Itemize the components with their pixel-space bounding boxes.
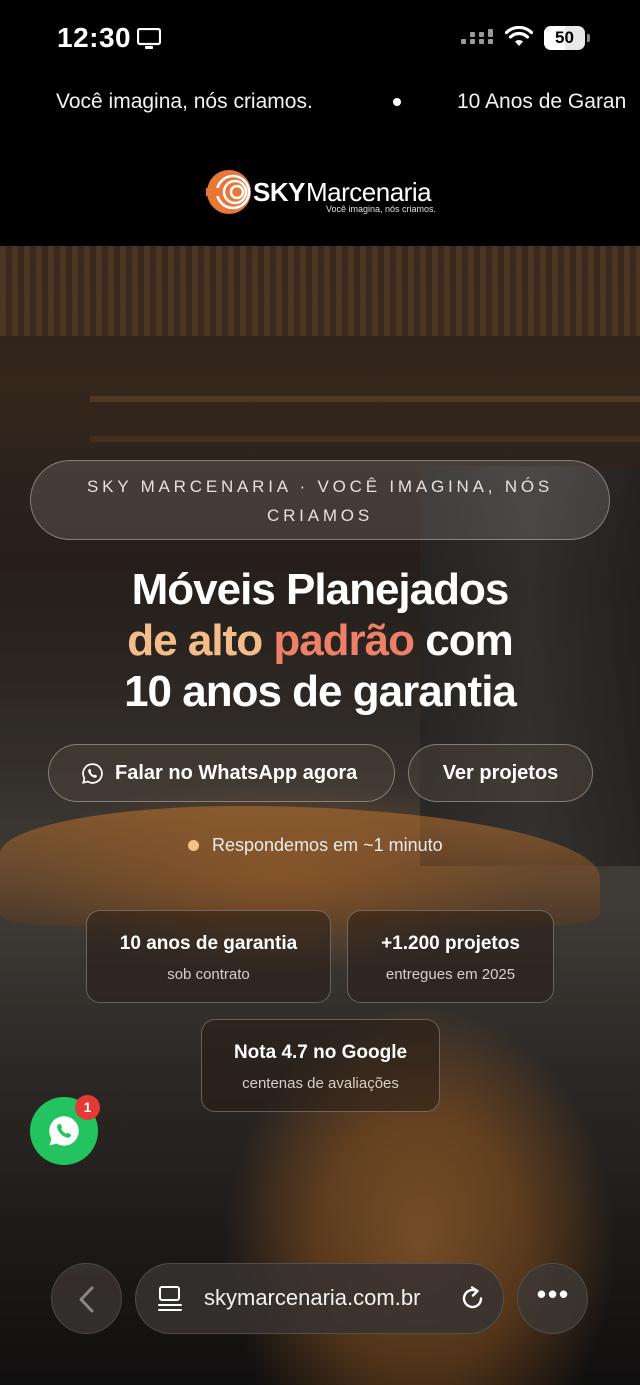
- url-text[interactable]: skymarcenaria.com.br: [204, 1285, 420, 1311]
- status-time: 12:30: [57, 22, 132, 53]
- response-time-note: Respondemos em ~1 minuto: [212, 835, 443, 855]
- reload-icon[interactable]: [459, 1285, 486, 1312]
- battery-indicator: 50: [544, 26, 590, 50]
- highlight-title: Nota 4.7 no Google: [233, 1042, 408, 1063]
- highlight-subtitle: entregues em 2025: [385, 966, 516, 983]
- whatsapp-icon: [49, 1116, 79, 1146]
- highlight-title: +1.200 projetos: [381, 933, 520, 954]
- ticker-item: 10 Anos de Garan: [457, 90, 627, 113]
- hero-eyebrow-line: CRIAMOS: [267, 506, 373, 525]
- whatsapp-cta-label[interactable]: Falar no WhatsApp agora: [115, 762, 357, 785]
- hero-background: [0, 246, 640, 1385]
- notification-badge: 1: [75, 1095, 100, 1120]
- back-button[interactable]: [51, 1263, 122, 1334]
- headline-line-1: Móveis Planejados: [131, 565, 510, 614]
- hero-eyebrow-text: SKY MARCENARIA · VOCÊ IMAGINA, NÓS CRIAM…: [70, 472, 570, 530]
- highlight-card: 10 anos de garantia sob contrato: [86, 910, 331, 1003]
- announcement-ticker: Você imagina, nós criamos. 10 Anos de Ga…: [0, 72, 640, 134]
- view-projects-label[interactable]: Ver projetos: [408, 762, 593, 785]
- headline-coral-text: padrão: [273, 616, 415, 665]
- highlight-subtitle: centenas de avaliações: [242, 1075, 399, 1092]
- highlight-title: 10 anos de garantia: [119, 933, 298, 954]
- screen-mirroring-icon: [137, 28, 161, 49]
- whatsapp-icon: [82, 763, 103, 784]
- site-settings-icon[interactable]: [158, 1285, 183, 1312]
- online-status-dot: [188, 840, 199, 851]
- cellular-signal-icon: [461, 29, 493, 44]
- ticker-item: Você imagina, nós criamos.: [56, 90, 313, 113]
- headline-gold-text: de alto: [127, 616, 274, 665]
- headline-line-2: de alto padrão com: [0, 615, 640, 667]
- brand-tagline: Você imagina, nós criamos.: [326, 204, 437, 214]
- brand-name-sky[interactable]: SKY: [253, 177, 305, 208]
- hero-eyebrow-line: SKY MARCENARIA · VOCÊ IMAGINA, NÓS: [86, 477, 554, 496]
- brand-logo-icon[interactable]: [206, 169, 252, 215]
- wifi-icon: [505, 26, 533, 46]
- highlight-card: +1.200 projetos entregues em 2025: [347, 910, 554, 1003]
- status-bar: 12:30 50: [0, 0, 640, 72]
- headline-line-3: 10 anos de garantia: [124, 667, 517, 716]
- battery-percent: 50: [555, 28, 574, 47]
- more-options-button[interactable]: •••: [517, 1263, 588, 1334]
- more-dots-icon: •••: [536, 1279, 571, 1309]
- headline-rest-text: com: [414, 616, 513, 665]
- battery-cap: [587, 34, 590, 42]
- chevron-left-icon: [79, 1286, 94, 1313]
- highlight-card: Nota 4.7 no Google centenas de avaliaçõe…: [201, 1019, 440, 1112]
- highlight-subtitle: sob contrato: [167, 966, 250, 983]
- ticker-separator-dot: [393, 98, 401, 106]
- hero-image-overlay: [0, 246, 640, 1385]
